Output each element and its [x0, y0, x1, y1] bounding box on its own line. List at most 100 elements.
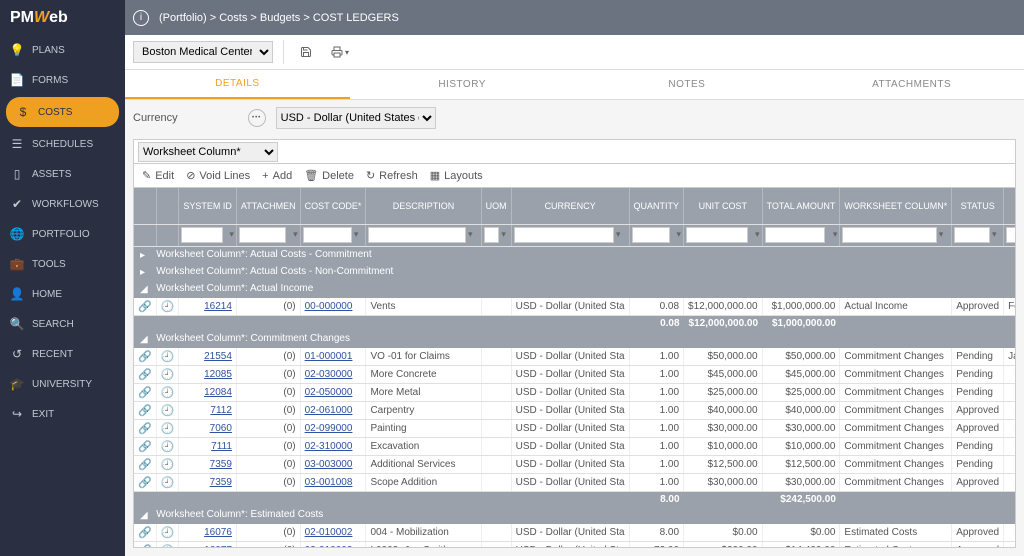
filter-input[interactable]: [484, 227, 500, 243]
link-icon[interactable]: 🔗: [138, 387, 152, 399]
filter-input[interactable]: [181, 227, 222, 243]
system-id-link[interactable]: 7359: [210, 459, 232, 470]
link-icon[interactable]: 🔗: [138, 405, 152, 417]
edit-button[interactable]: ✎ Edit: [142, 169, 174, 182]
group-toggle-icon[interactable]: ▸: [140, 250, 150, 261]
cost-code-link[interactable]: 02-010002: [305, 527, 353, 538]
filter-icon[interactable]: ▾: [616, 229, 627, 241]
link-icon[interactable]: 🔗: [138, 545, 152, 548]
link-icon[interactable]: 🔗: [138, 423, 152, 435]
attachment-count[interactable]: (0): [283, 459, 295, 470]
group-row[interactable]: ◢Worksheet Column*: Estimated Costs: [134, 507, 1015, 524]
clock-icon[interactable]: 🕘: [161, 387, 175, 399]
delete-button[interactable]: 🗑 Delete: [304, 169, 354, 182]
link-icon[interactable]: 🔗: [138, 351, 152, 363]
cost-code-link[interactable]: 02-050000: [305, 387, 353, 398]
breadcrumb-budgets[interactable]: Budgets: [260, 12, 300, 24]
filter-icon[interactable]: ▾: [827, 229, 837, 241]
group-row[interactable]: ▸Worksheet Column*: Actual Costs - Commi…: [134, 246, 1015, 264]
breadcrumb-portfolio[interactable]: (Portfolio): [159, 12, 207, 24]
system-id-link[interactable]: 12084: [204, 387, 232, 398]
group-row[interactable]: ◢Worksheet Column*: Actual Income: [134, 281, 1015, 298]
link-icon[interactable]: 🔗: [138, 459, 152, 471]
column-header[interactable]: UNIT COST: [684, 188, 763, 224]
filter-input[interactable]: [686, 227, 748, 243]
clock-icon[interactable]: 🕘: [161, 369, 175, 381]
filter-input[interactable]: [239, 227, 286, 243]
attachment-count[interactable]: (0): [283, 423, 295, 434]
column-header[interactable]: ATTACHMEN: [236, 188, 300, 224]
sidebar-item-recent[interactable]: ↺RECENT: [0, 339, 125, 369]
column-header[interactable]: UOM: [481, 188, 511, 224]
attachment-count[interactable]: (0): [283, 545, 295, 548]
sidebar-item-tools[interactable]: 💼TOOLS: [0, 249, 125, 279]
refresh-button[interactable]: ↻ Refresh: [366, 169, 418, 182]
filter-input[interactable]: [368, 227, 466, 243]
info-icon[interactable]: i: [133, 10, 149, 26]
filter-input[interactable]: [514, 227, 614, 243]
sidebar-item-workflows[interactable]: ✔WORKFLOWS: [0, 189, 125, 219]
system-id-link[interactable]: 12085: [204, 369, 232, 380]
cost-code-link[interactable]: 01-000001: [305, 351, 353, 362]
void-lines-button[interactable]: ⊘ Void Lines: [186, 169, 250, 182]
sidebar-item-costs[interactable]: $COSTS: [6, 97, 119, 127]
cost-code-link[interactable]: 03-003000: [305, 459, 353, 470]
filter-icon[interactable]: ▾: [672, 229, 681, 241]
group-toggle-icon[interactable]: ▸: [140, 267, 150, 278]
attachment-count[interactable]: (0): [283, 405, 295, 416]
save-button[interactable]: [294, 40, 318, 64]
sidebar-item-search[interactable]: 🔍SEARCH: [0, 309, 125, 339]
attachment-count[interactable]: (0): [283, 441, 295, 452]
clock-icon[interactable]: 🕘: [161, 351, 175, 363]
filter-input[interactable]: [632, 227, 670, 243]
cost-code-link[interactable]: 02-099000: [305, 423, 353, 434]
breadcrumb-costs[interactable]: Costs: [219, 12, 247, 24]
filter-icon[interactable]: ▾: [288, 229, 298, 241]
sidebar-item-university[interactable]: 🎓UNIVERSITY: [0, 369, 125, 399]
system-id-link[interactable]: 7060: [210, 423, 232, 434]
column-header[interactable]: QUANTITY: [629, 188, 684, 224]
filter-input[interactable]: [954, 227, 990, 243]
layouts-button[interactable]: ▦ Layouts: [430, 169, 483, 182]
clock-icon[interactable]: 🕘: [161, 405, 175, 417]
cost-code-link[interactable]: 02-061000: [305, 405, 353, 416]
clock-icon[interactable]: 🕘: [161, 301, 175, 313]
cost-code-link[interactable]: 03-001008: [305, 477, 353, 488]
currency-picker-icon[interactable]: •••: [248, 109, 266, 127]
column-header[interactable]: [134, 188, 156, 224]
system-id-link[interactable]: 16077: [204, 545, 232, 548]
cost-code-link[interactable]: 00-000000: [305, 301, 353, 312]
column-header[interactable]: DESCRIPTION: [366, 188, 481, 224]
attachment-count[interactable]: (0): [283, 369, 295, 380]
column-header[interactable]: TOTAL AMOUNT: [762, 188, 840, 224]
sidebar-item-exit[interactable]: ↪EXIT: [0, 399, 125, 429]
print-button[interactable]: ▾: [328, 40, 352, 64]
sidebar-item-schedules[interactable]: ☰SCHEDULES: [0, 129, 125, 159]
attachment-count[interactable]: (0): [283, 301, 295, 312]
attachment-count[interactable]: (0): [283, 477, 295, 488]
column-header[interactable]: [1004, 188, 1015, 224]
tab-attachments[interactable]: ATTACHMENTS: [799, 70, 1024, 99]
group-row[interactable]: ◢Worksheet Column*: Commitment Changes: [134, 331, 1015, 348]
currency-selector[interactable]: USD - Dollar (United States of Ameri: [276, 107, 436, 129]
sidebar-item-plans[interactable]: 💡PLANS: [0, 35, 125, 65]
clock-icon[interactable]: 🕘: [161, 459, 175, 471]
filter-input[interactable]: [1006, 227, 1015, 243]
column-header[interactable]: SYSTEM ID: [179, 188, 237, 224]
filter-icon[interactable]: ▾: [939, 229, 950, 241]
cost-code-link[interactable]: 02-030000: [305, 369, 353, 380]
filter-icon[interactable]: ▾: [750, 229, 760, 241]
add-button[interactable]: + Add: [262, 170, 292, 182]
link-icon[interactable]: 🔗: [138, 527, 152, 539]
cost-code-link[interactable]: 02-310000: [305, 441, 353, 452]
filter-input[interactable]: [842, 227, 936, 243]
system-id-link[interactable]: 7112: [210, 405, 232, 416]
link-icon[interactable]: 🔗: [138, 301, 152, 313]
filter-input[interactable]: [765, 227, 826, 243]
filter-icon[interactable]: ▾: [354, 229, 364, 241]
group-toggle-icon[interactable]: ◢: [140, 510, 150, 521]
tab-details[interactable]: DETAILS: [125, 70, 350, 99]
sidebar-item-forms[interactable]: 📄FORMS: [0, 65, 125, 95]
clock-icon[interactable]: 🕘: [161, 545, 175, 548]
system-id-link[interactable]: 7111: [211, 441, 232, 452]
